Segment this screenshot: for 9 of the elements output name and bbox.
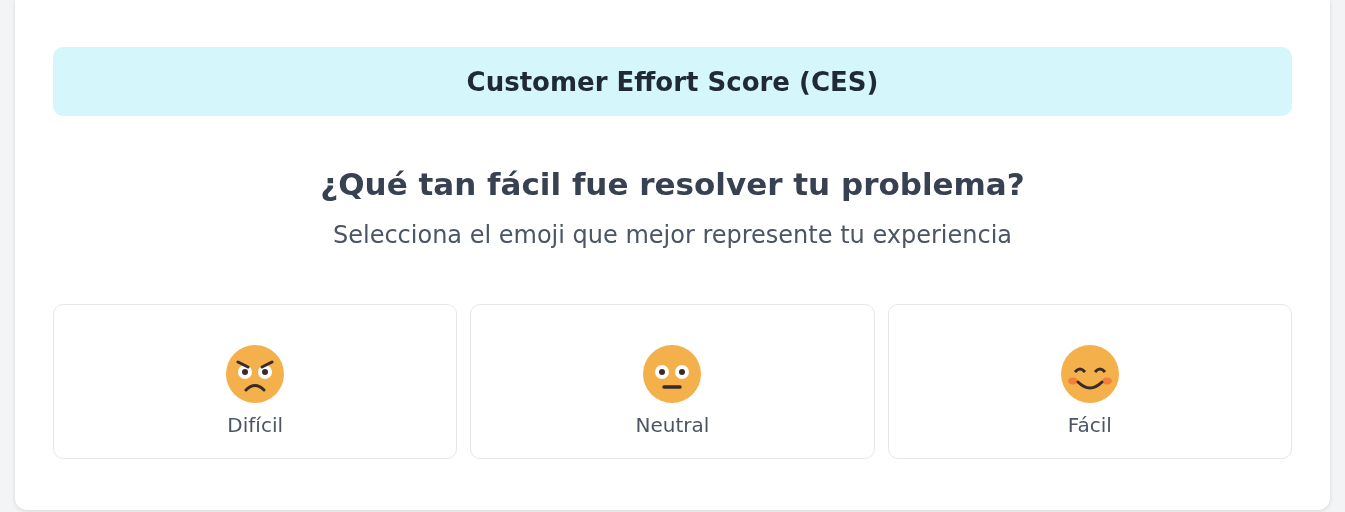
rating-option[interactable]: Fácil (887, 304, 1292, 459)
question-heading: ¿Qué tan fácil fue resolver tu problema? (319, 165, 1026, 204)
happy-face-icon (1060, 344, 1119, 403)
rating-option[interactable]: Neutral (470, 304, 875, 459)
rating-option[interactable]: Difícil (53, 304, 458, 459)
neutral-face-icon (643, 344, 702, 403)
instruction-text: Selecciona el emoji que mejor represente tu experiencia (332, 220, 1013, 251)
angry-face-icon (226, 344, 285, 403)
banner-title: Customer Effort Score (CES) (53, 47, 1292, 116)
